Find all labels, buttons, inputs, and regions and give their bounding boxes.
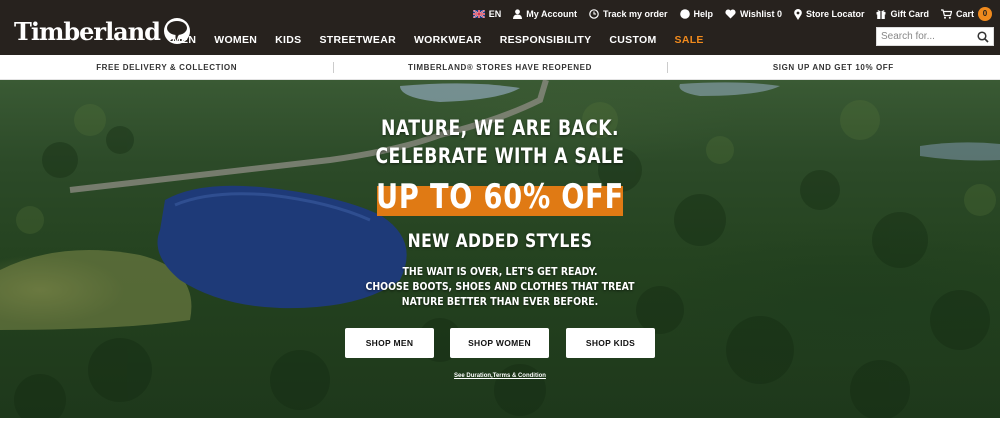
nav-item-responsibility[interactable]: RESPONSIBILITY — [500, 34, 592, 46]
promo-signup-discount[interactable]: SIGN UP AND GET 10% OFF — [666, 55, 1000, 79]
track-order-link[interactable]: Track my order — [589, 9, 668, 19]
location-pin-icon — [794, 8, 802, 20]
store-locator-link[interactable]: Store Locator — [794, 8, 865, 20]
promo-strip: FREE DELIVERY & COLLECTION TIMBERLAND® S… — [0, 55, 1000, 80]
site-header: Timberland EN My Account Track my order … — [0, 0, 1000, 55]
hero-offer: UP TO 60% OFF — [376, 177, 624, 217]
language-label: EN — [488, 9, 502, 19]
clock-icon — [589, 9, 599, 19]
search-icon[interactable] — [977, 31, 989, 43]
hero-description-line: THE WAIT IS OVER, LET'S GET READY. — [402, 265, 598, 278]
language-selector[interactable]: EN — [472, 9, 502, 19]
nav-item-custom[interactable]: CUSTOM — [609, 34, 656, 46]
track-order-label: Track my order — [602, 9, 668, 19]
page-bottom-spacer — [0, 418, 1000, 435]
user-icon — [513, 9, 523, 19]
terms-link[interactable]: See Duration,Terms & Condition — [0, 373, 1000, 379]
heart-icon — [725, 9, 736, 19]
nav-item-streetwear[interactable]: STREETWEAR — [319, 34, 396, 46]
nav-item-kids[interactable]: KIDS — [275, 34, 301, 46]
nav-item-sale[interactable]: SALE — [675, 34, 704, 46]
nav-item-men[interactable]: MEN — [172, 34, 196, 46]
gift-icon — [876, 10, 886, 19]
hero-subheadline: NEW ADDED STYLES — [407, 230, 593, 252]
my-account-link[interactable]: My Account — [513, 9, 577, 19]
help-link[interactable]: Help — [679, 9, 714, 19]
my-account-label: My Account — [526, 9, 577, 19]
shop-women-button[interactable]: SHOP WOMEN — [450, 328, 549, 358]
cart-icon — [940, 9, 952, 19]
hero-headline-1: NATURE, WE ARE BACK. — [381, 116, 619, 140]
hero-description-line: NATURE BETTER THAN EVER BEFORE. — [401, 295, 599, 308]
hero-banner: NATURE, WE ARE BACK. CELEBRATE WITH A SA… — [0, 80, 1000, 418]
shop-kids-button[interactable]: SHOP KIDS — [566, 328, 655, 358]
nav-item-women[interactable]: WOMEN — [214, 34, 257, 46]
wishlist-label: Wishlist 0 — [740, 9, 782, 19]
promo-stores-reopened[interactable]: TIMBERLAND® STORES HAVE REOPENED — [333, 55, 666, 79]
search-input[interactable] — [877, 28, 972, 45]
nav-item-workwear[interactable]: WORKWEAR — [414, 34, 482, 46]
help-label: Help — [693, 9, 714, 19]
main-nav: MEN WOMEN KIDS STREETWEAR WORKWEAR RESPO… — [172, 34, 722, 46]
promo-free-delivery[interactable]: FREE DELIVERY & COLLECTION — [0, 55, 333, 79]
cart-label: Cart — [955, 9, 974, 19]
gift-card-link[interactable]: Gift Card — [876, 9, 929, 19]
shop-men-button[interactable]: SHOP MEN — [345, 328, 434, 358]
cart-link[interactable]: Cart 0 — [940, 7, 992, 21]
wishlist-link[interactable]: Wishlist 0 — [725, 9, 782, 19]
logo-wordmark: Timberland — [14, 16, 161, 46]
search-box — [876, 27, 994, 46]
hero-description-line: CHOOSE BOOTS, SHOES AND CLOTHES THAT TRE… — [365, 280, 635, 293]
uk-flag-icon — [472, 10, 485, 18]
hero-headline-2: CELEBRATE WITH A SALE — [375, 144, 625, 168]
utility-bar: EN My Account Track my order Help Wishli… — [461, 7, 992, 21]
hero-description: THE WAIT IS OVER, LET'S GET READY. CHOOS… — [75, 264, 925, 309]
timberland-logo[interactable]: Timberland — [14, 16, 192, 46]
help-icon — [679, 9, 690, 19]
gift-card-label: Gift Card — [890, 9, 929, 19]
store-locator-label: Store Locator — [805, 9, 865, 19]
cart-count-badge: 0 — [978, 7, 992, 21]
